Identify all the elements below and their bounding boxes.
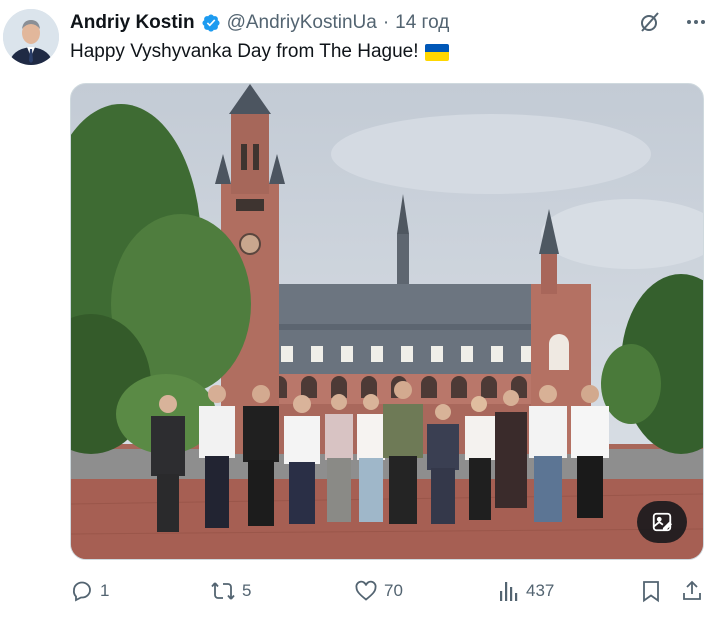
author-name[interactable]: Andriy Kostin (70, 12, 195, 34)
tweet-text: Happy Vyshyvanka Day from The Hague! (70, 41, 449, 63)
views-icon (498, 579, 520, 603)
share-button[interactable] (680, 578, 704, 604)
action-bar: 1 5 70 437 (70, 578, 706, 604)
header-actions (638, 10, 708, 34)
photo-image (71, 84, 703, 559)
repost-icon (210, 579, 236, 603)
verified-icon (201, 13, 221, 33)
repost-button[interactable]: 5 (210, 578, 251, 604)
reply-count: 1 (100, 581, 110, 600)
share-icon (680, 579, 704, 603)
heart-icon (354, 579, 378, 603)
bookmark-button[interactable] (640, 578, 662, 604)
ukraine-flag-icon (424, 43, 449, 61)
like-button[interactable]: 70 (354, 578, 403, 604)
author-handle[interactable]: @AndriyKostinUa (227, 12, 377, 34)
separator-dot: · (382, 12, 390, 33)
like-count: 70 (384, 581, 403, 600)
more-icon[interactable] (684, 10, 708, 34)
repost-count: 5 (242, 581, 252, 600)
timestamp[interactable]: 14 год (395, 12, 449, 34)
image-edit-button[interactable] (637, 501, 687, 543)
grok-icon[interactable] (638, 10, 662, 34)
reply-icon (70, 579, 94, 603)
reply-button[interactable]: 1 (70, 578, 109, 604)
bookmark-icon (640, 579, 662, 603)
avatar[interactable] (3, 9, 59, 65)
tweet-photo[interactable] (70, 83, 704, 560)
views-button[interactable]: 437 (498, 578, 554, 604)
views-count: 437 (526, 581, 555, 600)
image-edit-icon (651, 511, 673, 533)
tweet-header: Andriy Kostin @AndriyKostinUa · 14 год (70, 10, 449, 36)
tweet-body: Happy Vyshyvanka Day from The Hague! (70, 41, 419, 62)
